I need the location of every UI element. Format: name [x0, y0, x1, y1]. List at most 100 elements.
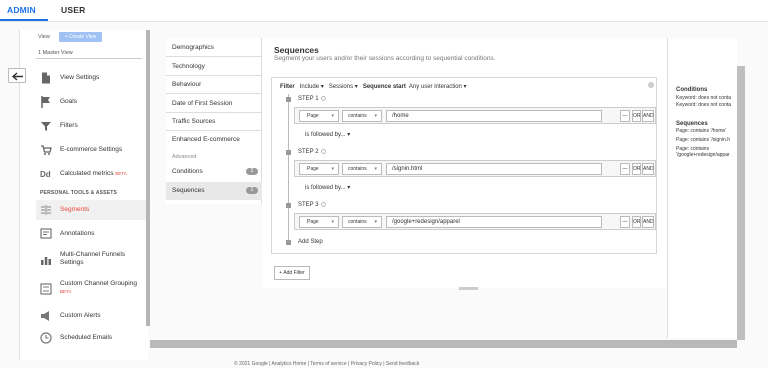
value-input[interactable]: /signin.html	[386, 163, 602, 175]
active-tab-indicator	[0, 19, 48, 21]
count-badge: 1	[246, 187, 258, 194]
nav-multi-channel-funnels[interactable]: Multi-Channel Funnels Settings	[36, 250, 146, 272]
dimension-select[interactable]: Page	[299, 163, 339, 175]
followed-by-select[interactable]: is followed by... ▾	[305, 131, 350, 138]
step-1-label: STEP 1	[298, 96, 326, 102]
or-button[interactable]: OR	[632, 216, 641, 228]
add-filter-button[interactable]: + Add Filter	[274, 266, 310, 280]
sessions-select[interactable]: Sessions ▾	[329, 84, 358, 90]
panel-resize-handle[interactable]	[459, 287, 478, 290]
summary-line: Keyword: does not conta	[676, 95, 732, 101]
operator-select[interactable]: contains	[342, 216, 382, 228]
segnav-conditions[interactable]: Conditions 2	[166, 163, 262, 181]
summary-line: Page: contains '/home'	[676, 128, 727, 134]
remove-condition-button[interactable]: —	[620, 110, 630, 122]
operator-select[interactable]: contains	[342, 163, 382, 175]
channel-icon	[40, 283, 52, 295]
add-step-link[interactable]: Add Step	[298, 239, 323, 245]
view-label: View	[38, 34, 50, 40]
or-button[interactable]: OR	[632, 163, 641, 175]
info-icon	[320, 96, 326, 101]
nav-filters[interactable]: Filters	[36, 116, 146, 136]
sequence-start-select[interactable]: Any user interaction ▾	[409, 84, 467, 90]
view-selector[interactable]: 1 Master View	[38, 50, 73, 56]
flag-icon	[41, 96, 50, 108]
nav-goals[interactable]: Goals	[36, 92, 146, 112]
step-2-condition: Page contains /signin.html — OR AND	[294, 160, 656, 177]
summary-line: Keyword: does not conta	[676, 102, 732, 108]
document-icon	[42, 72, 50, 84]
filter-icon	[41, 122, 51, 131]
dimension-select[interactable]: Page	[299, 216, 339, 228]
back-button[interactable]	[8, 68, 26, 83]
segnav-behaviour[interactable]: Behaviour	[166, 75, 262, 94]
view-selector-underline	[36, 58, 142, 59]
tab-admin[interactable]: ADMIN	[7, 5, 36, 15]
left-nav-scrollbar[interactable]	[146, 30, 150, 326]
step-drag-handle[interactable]	[286, 97, 291, 102]
create-view-button[interactable]: + Create View	[59, 32, 102, 42]
and-button[interactable]: AND	[642, 110, 654, 122]
step-3-condition: Page contains /google+redesign/apparel —…	[294, 213, 656, 230]
page-subtitle: Segment your users and/or their sessions…	[274, 55, 496, 62]
segnav-technology[interactable]: Technology	[166, 57, 262, 76]
megaphone-icon	[41, 311, 49, 321]
dd-icon: Dd	[40, 170, 51, 179]
value-input[interactable]: /google+redesign/apparel	[386, 216, 602, 228]
include-select[interactable]: Include ▾	[300, 84, 324, 90]
or-button[interactable]: OR	[632, 110, 641, 122]
nav-custom-channel-grouping[interactable]: Custom Channel Grouping BETA	[36, 279, 146, 301]
right-scrollbar[interactable]	[737, 66, 745, 340]
segnav-date-of-first-session[interactable]: Date of First Session	[166, 94, 262, 113]
annotation-icon	[40, 228, 52, 239]
segment-summary-panel	[667, 38, 737, 338]
count-badge: 2	[246, 168, 258, 175]
step-1-condition: Page contains /home — OR AND	[294, 107, 656, 124]
and-button[interactable]: AND	[642, 216, 654, 228]
remove-condition-button[interactable]: —	[620, 163, 630, 175]
nav-custom-alerts[interactable]: Custom Alerts	[36, 306, 146, 326]
step-connector	[288, 94, 289, 240]
footer: © 2021 Google | Analytics Home | Terms o…	[234, 361, 420, 367]
segnav-demographics[interactable]: Demographics	[166, 38, 262, 57]
summary-line: '/google+redesign/appar	[676, 152, 730, 158]
section-header: PERSONAL TOOLS & ASSETS	[40, 190, 118, 196]
remove-filter-icon[interactable]	[648, 82, 654, 88]
filter-header: Filter Include ▾ Sessions ▾ Sequence sta…	[280, 84, 467, 90]
segnav-traffic-sources[interactable]: Traffic Sources	[166, 112, 262, 131]
cart-icon	[41, 145, 52, 155]
and-button[interactable]: AND	[642, 163, 654, 175]
step-drag-handle[interactable]	[286, 203, 291, 208]
nav-calculated-metrics[interactable]: Dd Calculated metrics BETA	[36, 164, 146, 184]
top-bar: ADMIN USER	[0, 0, 768, 22]
nav-view-settings[interactable]: View Settings	[36, 68, 146, 88]
summary-conditions-title: Conditions	[676, 87, 708, 93]
svg-text:Dd: Dd	[40, 170, 51, 179]
step-drag-handle[interactable]	[286, 150, 291, 155]
back-arrow-icon	[12, 72, 23, 81]
segnav-enhanced-ecommerce[interactable]: Enhanced E-commerce	[166, 130, 262, 149]
nav-scheduled-emails[interactable]: Scheduled Emails	[36, 328, 146, 348]
summary-sequences-title: Sequences	[676, 121, 708, 127]
step-3-label: STEP 3	[298, 202, 326, 208]
dimension-select[interactable]: Page	[299, 110, 339, 122]
bar-chart-icon	[41, 257, 51, 265]
tab-user[interactable]: USER	[61, 5, 85, 15]
remove-condition-button[interactable]: —	[620, 216, 630, 228]
summary-line: Page: contains '/signin.h	[676, 137, 731, 143]
segments-icon	[41, 205, 51, 215]
horizontal-scrollbar[interactable]	[150, 340, 737, 348]
advanced-label: Advanced	[172, 154, 197, 160]
step-2-label: STEP 2	[298, 149, 326, 155]
clock-icon	[40, 332, 52, 344]
followed-by-select[interactable]: is followed by... ▾	[305, 184, 350, 191]
nav-ecommerce-settings[interactable]: E-commerce Settings	[36, 140, 146, 160]
add-step-marker	[286, 240, 291, 245]
value-input[interactable]: /home	[386, 110, 602, 122]
nav-annotations[interactable]: Annotations	[36, 224, 146, 244]
segnav-sequences[interactable]: Sequences 1	[166, 182, 267, 200]
nav-segments[interactable]: Segments	[36, 200, 146, 220]
operator-select[interactable]: contains	[342, 110, 382, 122]
info-icon	[320, 149, 326, 154]
info-icon	[320, 202, 326, 207]
